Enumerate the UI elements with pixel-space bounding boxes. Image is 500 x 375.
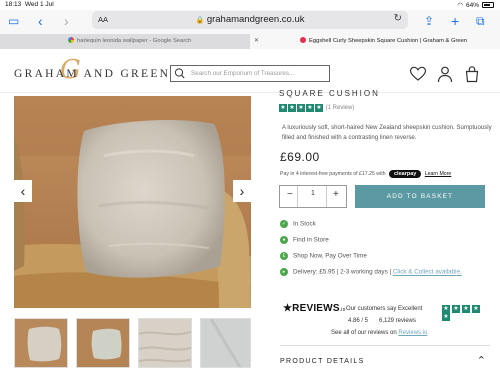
- status-right: ◠ 64%: [457, 1, 494, 9]
- product-main-image[interactable]: [14, 96, 251, 308]
- thumbnail-image: [77, 319, 129, 367]
- product-title: SQUARE CUSHION: [279, 89, 380, 98]
- reviews-count: 6,129 reviews: [379, 318, 417, 324]
- reviews-score: 4.86 / 5: [348, 318, 369, 324]
- product-details-label: PRODUCT DETAILS: [280, 358, 365, 365]
- product-details-accordion[interactable]: PRODUCT DETAILS ⌃: [280, 345, 490, 375]
- site-logo[interactable]: GRAHAM AND GREEN: [14, 68, 170, 80]
- thumbnail-2[interactable]: [76, 318, 130, 368]
- search-placeholder: Search our Emporium of Treasures...: [191, 70, 295, 77]
- chevron-up-icon[interactable]: ⌃: [477, 354, 486, 367]
- battery-percent: 64%: [465, 1, 479, 9]
- reload-icon[interactable]: ↻: [394, 13, 402, 24]
- basket-icon[interactable]: [463, 65, 481, 83]
- quantity-stepper: − 1 +: [279, 185, 347, 208]
- feature-find-in-store[interactable]: ● Find in Store: [280, 236, 329, 244]
- wishlist-heart-icon[interactable]: [409, 65, 427, 83]
- share-icon[interactable]: ⇪: [424, 14, 434, 28]
- reviews-io-link[interactable]: Reviews.io: [398, 330, 427, 336]
- feature-pay-over-time: £ Shop Now, Pay Over Time: [280, 252, 367, 260]
- thumbnail-image: [201, 319, 250, 367]
- new-tab-icon[interactable]: +: [451, 14, 459, 28]
- status-bar: 18:13 Wed 1 Jul ◠ 64%: [0, 0, 500, 10]
- location-pin-icon: ●: [280, 236, 288, 244]
- tab-google-search[interactable]: harlequin leonida wallpaper - Google Sea…: [0, 34, 249, 49]
- star-icon: ★: [306, 104, 314, 112]
- reviews-headline: Our customers say Excellent: [346, 306, 423, 312]
- star-icon: ★: [297, 104, 305, 112]
- star-icon: ★: [315, 104, 323, 112]
- quantity-value[interactable]: 1: [311, 190, 315, 197]
- product-price: £69.00: [280, 150, 320, 164]
- star-icon: ★: [283, 303, 293, 314]
- chevron-left-icon: ‹: [20, 183, 26, 199]
- gallery-next-button[interactable]: ›: [233, 180, 251, 202]
- reviews-see-all: See all of our reviews on Reviews.io: [331, 330, 428, 336]
- star-icon: ★: [442, 305, 450, 313]
- thumbnail-1[interactable]: [14, 318, 68, 368]
- quantity-minus-button[interactable]: −: [287, 189, 293, 200]
- site-header: G GRAHAM AND GREEN Search our Emporium o…: [0, 49, 500, 93]
- tabs-overview-icon[interactable]: ⧉: [476, 14, 485, 28]
- forward-icon[interactable]: ›: [64, 14, 69, 28]
- star-icon: ★: [279, 104, 287, 112]
- star-icon: ★: [452, 305, 460, 313]
- thumbnail-4[interactable]: [200, 318, 251, 368]
- sheepskin-cushion-photo: [14, 96, 251, 308]
- sidebar-icon[interactable]: ▭: [8, 14, 19, 28]
- lock-icon: 🔒: [195, 17, 205, 24]
- add-to-basket-button[interactable]: ADD TO BASKET: [355, 185, 485, 208]
- tab-bar: harlequin leonida wallpaper - Google Sea…: [0, 34, 500, 49]
- check-icon: ✓: [280, 220, 288, 228]
- status-time: 18:13 Wed 1 Jul: [5, 1, 54, 8]
- truck-icon: ▸: [280, 268, 288, 276]
- battery-icon: [482, 2, 494, 8]
- star-icon: ★: [442, 313, 450, 321]
- search-input[interactable]: Search our Emporium of Treasures...: [170, 65, 330, 82]
- star-icon: ★: [472, 305, 480, 313]
- product-description: A luxuriously soft, short-haired New Zea…: [282, 124, 492, 141]
- star-icon: ★: [462, 305, 470, 313]
- reviews-stars: ★ ★ ★ ★★: [442, 305, 490, 321]
- search-icon[interactable]: [174, 67, 185, 80]
- product-rating[interactable]: ★ ★ ★ ★ ★ (1 Review): [279, 104, 354, 112]
- close-tab-icon[interactable]: ✕: [254, 34, 264, 49]
- feature-in-stock: ✓ In Stock: [280, 220, 316, 228]
- address-bar[interactable]: AA 🔒 grahamandgreen.co.uk ↻: [92, 11, 408, 29]
- thumbnail-3[interactable]: [138, 318, 192, 368]
- back-icon[interactable]: ‹: [38, 14, 43, 28]
- feature-delivery: ▸ Delivery: £5.95 | 2-3 working days | Cl…: [280, 268, 462, 276]
- account-user-icon[interactable]: [436, 65, 454, 83]
- google-favicon-icon: [68, 37, 74, 44]
- thumbnail-image: [15, 319, 67, 367]
- star-icon: ★: [288, 104, 296, 112]
- clearpay-icon: £: [280, 252, 288, 260]
- gallery-prev-button[interactable]: ‹: [14, 180, 32, 202]
- learn-more-link[interactable]: Learn More: [425, 171, 452, 177]
- chevron-right-icon: ›: [239, 183, 245, 199]
- review-count[interactable]: (1 Review): [326, 105, 355, 111]
- reviews-io-logo[interactable]: ★REVIEWS.io: [283, 303, 346, 314]
- click-collect-link[interactable]: Click & Collect available.: [393, 269, 462, 276]
- thumbnail-image: [139, 319, 191, 367]
- tab-graham-green[interactable]: ✕ Eggshell Curly Sheepskin Square Cushion…: [250, 34, 500, 49]
- site-favicon-icon: [300, 37, 306, 44]
- clearpay-badge: clearpay: [389, 170, 422, 178]
- pay-in-4-info: Pay in 4 interest-free payments of £17.2…: [280, 170, 452, 178]
- quantity-plus-button[interactable]: +: [333, 189, 339, 200]
- url-text: 🔒 grahamandgreen.co.uk: [195, 14, 305, 25]
- wifi-icon: ◠: [457, 2, 463, 9]
